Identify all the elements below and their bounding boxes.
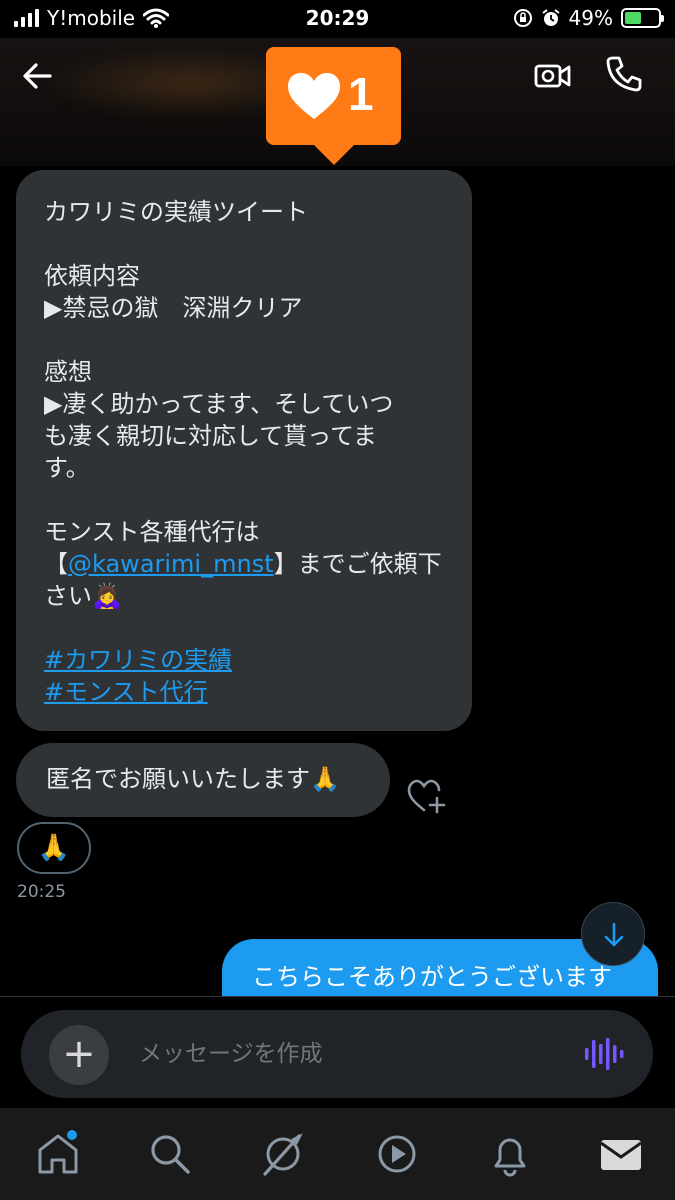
messages-icon[interactable] (597, 1130, 645, 1178)
video-call-icon[interactable] (533, 56, 573, 96)
battery-fill (625, 12, 641, 24)
phone-icon[interactable] (604, 54, 644, 94)
closing-line: さい🙇‍♀️ (44, 582, 122, 610)
like-count: 1 (348, 68, 374, 120)
composer-box: + (21, 1010, 653, 1098)
video-icon[interactable] (373, 1130, 421, 1178)
received-message[interactable]: カワリミの実績ツイート 依頼内容 ▶禁忌の獄 深淵クリア 感想 ▶凄く助かってま… (16, 170, 472, 731)
hashtag-link[interactable]: #カワリミの実績 (44, 644, 444, 676)
message-timestamp: 20:25 (17, 882, 66, 902)
back-arrow-icon[interactable] (18, 56, 58, 96)
search-icon[interactable] (146, 1130, 194, 1178)
alarm-icon (541, 9, 560, 26)
add-reaction-icon[interactable] (406, 776, 448, 816)
handle-line: 【@kawarimi_mnst】までご依頼下 (44, 548, 444, 580)
message-input[interactable] (139, 1032, 559, 1076)
received-message[interactable]: 匿名でお願いいたします🙏 (16, 743, 390, 817)
impression-label: 感想 (44, 358, 92, 386)
rotation-lock-icon (513, 9, 532, 27)
status-bar: Y!mobile 20:29 49% (0, 0, 675, 38)
bottom-tab-bar (0, 1108, 675, 1200)
scroll-to-bottom-button[interactable] (581, 902, 645, 966)
impression-value: ▶凄く助かってます、そしていつ も凄く親切に対応して貰ってま す。 (44, 390, 394, 482)
heart-icon (288, 73, 340, 119)
service-line: モンスト各種代行は (44, 518, 260, 546)
message-list[interactable]: カワリミの実績ツイート 依頼内容 ▶禁忌の獄 深淵クリア 感想 ▶凄く助かってま… (0, 166, 675, 996)
reaction-chip[interactable]: 🙏 (17, 822, 91, 874)
plus-icon: + (62, 1031, 96, 1077)
bracket-close-text: 】までご依頼下 (273, 550, 442, 578)
hashtag-link[interactable]: #モンスト代行 (44, 676, 444, 708)
battery-icon (621, 8, 664, 28)
battery-percent: 49% (568, 6, 613, 30)
notifications-icon[interactable] (486, 1130, 534, 1178)
like-notification-badge: 1 (266, 47, 401, 165)
arrow-down-icon (604, 922, 624, 947)
add-media-button[interactable]: + (49, 1025, 109, 1085)
request-value: ▶禁忌の獄 深淵クリア (44, 294, 303, 322)
home-notification-dot (67, 1130, 77, 1140)
bracket-open: 【 (44, 550, 68, 578)
spaces-icon[interactable] (259, 1130, 307, 1178)
voice-message-icon[interactable] (581, 1034, 625, 1074)
message-title: カワリミの実績ツイート (44, 198, 308, 226)
composer-bar: + (0, 996, 675, 1108)
status-right: 49% (513, 6, 664, 30)
handle-link[interactable]: @kawarimi_mnst (68, 550, 274, 578)
request-label: 依頼内容 (44, 262, 140, 290)
